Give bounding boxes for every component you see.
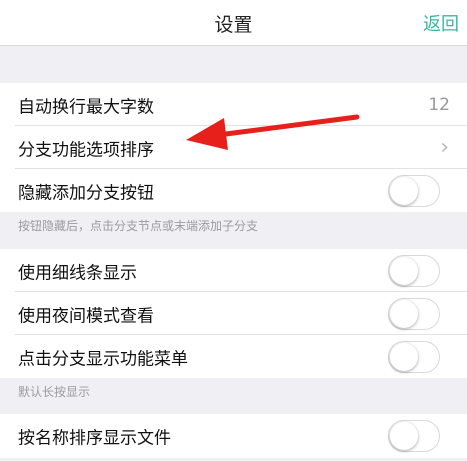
toggle-knob — [390, 176, 418, 205]
sort-by-name-toggle[interactable] — [388, 420, 440, 452]
setting-label: 自动换行最大字数 — [18, 97, 154, 117]
setting-row-hide-add-branch: 隐藏添加分支按钮 — [0, 169, 467, 212]
toggle-knob — [390, 422, 418, 450]
setting-label: 按名称排序显示文件 — [18, 428, 171, 449]
setting-row-night-mode: 使用夜间模式查看 — [0, 292, 467, 335]
section-note: 默认长按显示 — [18, 385, 91, 399]
setting-row-wrap-max-chars[interactable]: 自动换行最大字数 12 — [0, 83, 467, 126]
setting-value: 12 — [428, 94, 450, 115]
setting-row-sort-by-name: 按名称排序显示文件 — [0, 414, 467, 458]
setting-label: 隐藏添加分支按钮 — [18, 183, 154, 203]
hide-add-branch-toggle[interactable] — [388, 174, 440, 207]
toggle-knob — [390, 299, 418, 328]
navigation-bar: 设置 返回 — [0, 0, 467, 46]
toggle-knob — [390, 256, 418, 285]
chevron-right-icon: › — [440, 134, 449, 160]
setting-label: 使用夜间模式查看 — [18, 306, 154, 326]
thin-lines-toggle[interactable] — [388, 254, 440, 287]
section-note: 按钮隐藏后，点击分支节点或末端添加子分支 — [18, 219, 259, 233]
setting-row-branch-sort[interactable]: 分支功能选项排序 › — [0, 126, 467, 169]
setting-row-thin-lines: 使用细线条显示 — [0, 249, 467, 292]
toggle-knob — [390, 342, 418, 371]
setting-row-tap-menu: 点击分支显示功能菜单 — [0, 335, 467, 378]
setting-label: 使用细线条显示 — [18, 263, 137, 283]
back-button[interactable]: 返回 — [423, 10, 459, 36]
page-title: 设置 — [214, 14, 253, 36]
setting-label: 点击分支显示功能菜单 — [18, 349, 188, 369]
tap-menu-toggle[interactable] — [388, 340, 440, 373]
setting-label: 分支功能选项排序 — [18, 140, 154, 160]
night-mode-toggle[interactable] — [388, 297, 440, 330]
